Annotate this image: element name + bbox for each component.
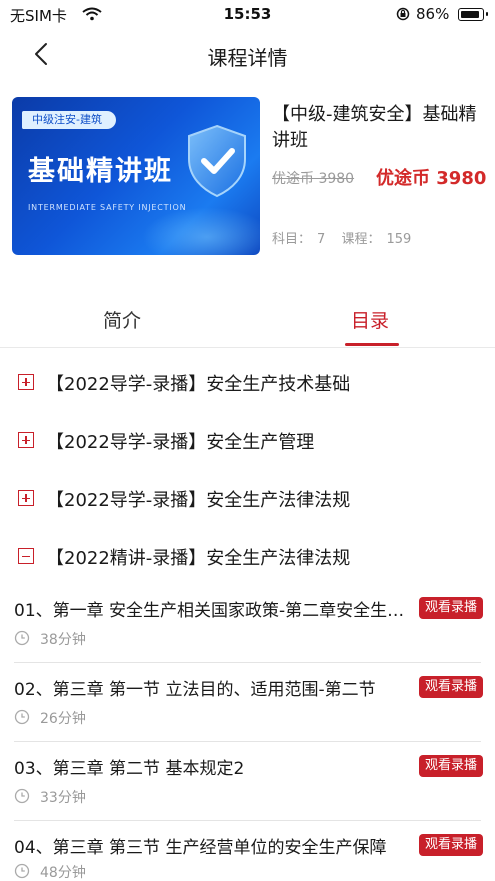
lessons-value: 159 [386,232,412,247]
expand-plus-icon[interactable] [18,374,34,390]
course-title: 【中级-建筑安全】基础精讲班 [272,104,477,151]
active-tab-indicator [345,343,399,346]
page-title: 课程详情 [207,46,288,70]
clock-icon [14,863,30,879]
price-row: 优途币 3980 优途币 3980 [272,164,492,189]
lesson-duration: 38分钟 [40,632,86,648]
chapter-row-expanded[interactable]: 【2022精讲-录播】安全生产法律法规 [0,536,495,576]
cover-title: 基础精讲班 [28,156,173,187]
watch-replay-button[interactable]: 观看录播 [419,676,484,698]
lesson-item[interactable]: 01、第一章 安全生产相关国家政策-第二章安全生产法律法规 观看录播 38分钟 [0,596,495,676]
lessons-count: 课程： 159 [341,232,417,247]
divider [14,820,481,821]
cover-glow [142,207,260,255]
lesson-item[interactable]: 04、第三章 第三节 生产经营单位的安全生产保障 观看录播 48分钟 [0,833,495,881]
lesson-item[interactable]: 02、第三章 第一节 立法目的、适用范围-第二节 观看录播 26分钟 [0,675,495,755]
subjects-label: 科目： [272,232,312,247]
divider [14,741,481,742]
battery-percent: 86% [416,5,450,23]
chapter-title: 【2022精讲-录播】安全生产法律法规 [46,548,351,569]
divider [14,662,481,663]
watch-replay-button[interactable]: 观看录播 [419,834,484,856]
tab-catalog[interactable]: 目录 [351,306,389,333]
shield-check-icon [188,124,246,198]
chapter-title: 【2022导学-录播】安全生产技术基础 [46,374,351,395]
course-meta: 科目： 7 课程： 159 [272,228,423,247]
lesson-duration: 48分钟 [40,865,86,881]
course-cover-image: 中级注安-建筑 基础精讲班 INTERMEDIATE SAFETY INJECT… [12,97,260,255]
clock-icon [14,788,30,804]
lesson-title: 03、第三章 第二节 基本规定2 [14,759,245,779]
battery-icon [458,8,488,21]
original-price: 优途币 3980 [272,171,355,187]
lesson-title: 01、第一章 安全生产相关国家政策-第二章安全生产法律法规 [14,601,412,621]
tab-bar: 简介 目录 [0,290,495,348]
lesson-item[interactable]: 03、第三章 第二节 基本规定2 观看录播 33分钟 [0,754,495,834]
subjects-count: 科目： 7 [272,232,331,247]
lesson-duration: 26分钟 [40,711,86,727]
lesson-duration: 33分钟 [40,790,86,806]
chapter-row[interactable]: 【2022导学-录播】安全生产技术基础 [0,362,495,402]
current-price: 优途币 3980 [376,168,487,189]
collapse-minus-icon[interactable] [18,548,34,564]
chapter-row[interactable]: 【2022导学-录播】安全生产法律法规 [0,478,495,518]
lesson-title: 02、第三章 第一节 立法目的、适用范围-第二节 [14,680,376,700]
tab-intro[interactable]: 简介 [103,306,141,333]
clock-icon [14,709,30,725]
lessons-label: 课程： [341,232,381,247]
watch-replay-button[interactable]: 观看录播 [419,755,484,777]
clock-icon [14,630,30,646]
cover-tag: 中级注安-建筑 [22,111,116,129]
status-bar: 无SIM卡 15:53 86% [0,0,495,30]
chapter-title: 【2022导学-录播】安全生产法律法规 [46,490,351,511]
rotation-lock-icon [396,7,410,21]
expand-plus-icon[interactable] [18,432,34,448]
watch-replay-button[interactable]: 观看录播 [419,597,484,619]
nav-bar: 课程详情 [0,30,495,80]
expand-plus-icon[interactable] [18,490,34,506]
chapter-row[interactable]: 【2022导学-录播】安全生产管理 [0,420,495,460]
chapter-title: 【2022导学-录播】安全生产管理 [46,432,315,453]
subjects-value: 7 [317,232,326,247]
course-header: 中级注安-建筑 基础精讲班 INTERMEDIATE SAFETY INJECT… [0,80,495,270]
cover-subtitle: INTERMEDIATE SAFETY INJECTION [28,203,187,212]
lesson-title: 04、第三章 第三节 生产经营单位的安全生产保障 [14,838,387,858]
